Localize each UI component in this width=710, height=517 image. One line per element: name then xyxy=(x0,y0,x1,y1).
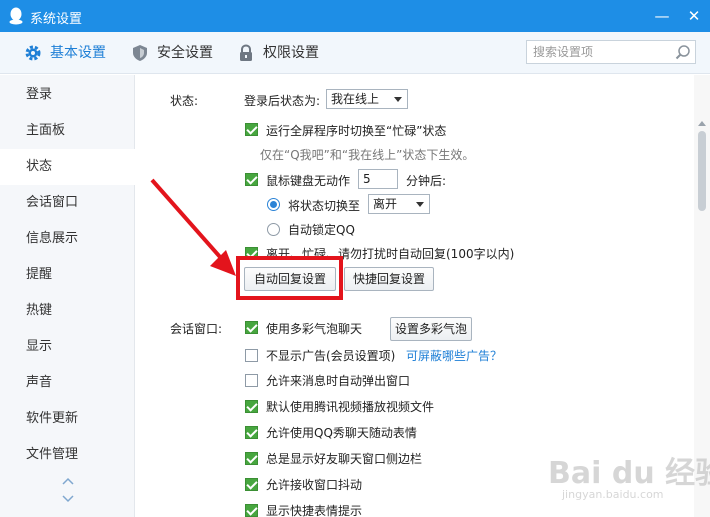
tab-basic-settings[interactable]: 基本设置 xyxy=(24,32,114,74)
select-value: 我在线上 xyxy=(331,92,380,106)
stepper-value: 5 xyxy=(363,172,371,186)
auto-popup-checkbox[interactable] xyxy=(245,374,258,387)
switch-status-select[interactable]: 离开 xyxy=(368,194,430,214)
chevron-down-icon[interactable] xyxy=(62,495,74,503)
qq-show-label: 允许使用QQ秀聊天随动表情 xyxy=(266,426,417,440)
minimize-button[interactable]: — xyxy=(652,6,672,26)
qq-penguin-icon xyxy=(9,7,23,25)
shield-icon xyxy=(133,45,147,61)
switch-status-label: 将状态切换至 xyxy=(288,199,361,213)
search-icon[interactable] xyxy=(675,44,691,60)
status-section-label: 状态: xyxy=(170,94,199,108)
tab-label: 安全设置 xyxy=(157,45,213,61)
annotation-arrow-icon xyxy=(150,178,236,276)
sidebar-item-login[interactable]: 登录 xyxy=(0,77,135,113)
sidebar-item-chat-window[interactable]: 会话窗口 xyxy=(0,185,135,221)
login-status-select[interactable]: 我在线上 xyxy=(326,89,408,109)
search-box xyxy=(526,40,696,64)
watermark-url: jingyan.baidu.com xyxy=(562,488,664,501)
sidebar: 登录 主面板 状态 会话窗口 信息展示 提醒 热键 显示 声音 软件更新 文件管… xyxy=(0,75,135,517)
dropdown-arrow-icon xyxy=(416,202,424,207)
tab-security-settings[interactable]: 安全设置 xyxy=(131,32,221,74)
gear-icon xyxy=(25,45,41,61)
switch-status-radio[interactable] xyxy=(267,198,280,211)
sidebar-item-sound[interactable]: 声音 xyxy=(0,365,135,401)
fullscreen-busy-checkbox[interactable] xyxy=(245,123,258,136)
title-bar: 系统设置 — ✕ xyxy=(0,0,710,32)
login-status-label: 登录后状态为: xyxy=(244,94,321,108)
qq-show-checkbox[interactable] xyxy=(245,426,258,439)
dropdown-arrow-icon xyxy=(394,97,402,102)
annotation-highlight-box xyxy=(236,256,343,300)
auto-lock-label: 自动锁定QQ xyxy=(288,223,355,237)
quick-reply-settings-button[interactable]: 快捷回复设置 xyxy=(344,267,434,291)
idle-suffix: 分钟后: xyxy=(406,174,447,188)
tab-label: 基本设置 xyxy=(50,45,106,61)
shake-checkbox[interactable] xyxy=(245,478,258,491)
fullscreen-busy-label: 运行全屏程序时切换至“忙碌”状态 xyxy=(266,124,447,138)
sidebar-item-info-display[interactable]: 信息展示 xyxy=(0,221,135,257)
sidebar-item-main-panel[interactable]: 主面板 xyxy=(0,113,135,149)
sidebar-item-software-update[interactable]: 软件更新 xyxy=(0,401,135,437)
tab-label: 权限设置 xyxy=(263,45,319,61)
sidebar-always-label: 总是显示好友聊天窗口侧边栏 xyxy=(266,452,423,466)
bubble-settings-button[interactable]: 设置多彩气泡 xyxy=(390,317,472,341)
close-button[interactable]: ✕ xyxy=(684,6,704,26)
window-title: 系统设置 xyxy=(30,12,83,27)
tab-permission-settings[interactable]: 权限设置 xyxy=(237,32,327,74)
select-value: 离开 xyxy=(373,197,398,211)
sidebar-item-status[interactable]: 状态 xyxy=(0,149,135,185)
sidebar-item-display[interactable]: 显示 xyxy=(0,329,135,365)
auto-popup-label: 允许来消息时自动弹出窗口 xyxy=(266,374,411,388)
tencent-video-checkbox[interactable] xyxy=(245,400,258,413)
chevron-up-icon[interactable] xyxy=(62,477,74,485)
auto-lock-radio[interactable] xyxy=(267,223,280,236)
watermark-logo: Bai du 经验 xyxy=(548,456,710,491)
sidebar-always-checkbox[interactable] xyxy=(245,452,258,465)
search-input[interactable] xyxy=(527,41,667,63)
bubble-label: 使用多彩气泡聊天 xyxy=(266,322,363,336)
shake-label: 允许接收窗口抖动 xyxy=(266,478,363,492)
sidebar-item-reminder[interactable]: 提醒 xyxy=(0,257,135,293)
fullscreen-note: 仅在“Q我吧”和“我在线上”状态下生效。 xyxy=(260,148,475,162)
sidebar-item-file-management[interactable]: 文件管理 xyxy=(0,437,135,473)
partial-checkbox[interactable] xyxy=(245,504,258,517)
baidu-watermark: Bai du 经验 jingyan.baidu.com xyxy=(548,448,710,512)
no-ads-label: 不显示广告(会员设置项) xyxy=(266,349,396,363)
idle-minutes-stepper[interactable]: 5 xyxy=(358,169,398,189)
bubble-checkbox[interactable] xyxy=(245,321,258,334)
lock-icon xyxy=(240,44,252,61)
partial-label: 显示快捷表情提示 xyxy=(266,504,363,517)
chat-section-label: 会话窗口: xyxy=(170,322,223,336)
no-ads-checkbox[interactable] xyxy=(245,349,258,362)
idle-label: 鼠标键盘无动作 xyxy=(266,174,351,188)
tencent-video-label: 默认使用腾讯视频播放视频文件 xyxy=(266,400,435,414)
which-ads-link[interactable]: 可屏蔽哪些广告？ xyxy=(406,347,502,364)
sidebar-item-hotkeys[interactable]: 热键 xyxy=(0,293,135,329)
scroll-thumb[interactable] xyxy=(698,131,706,211)
scroll-up-arrow-icon[interactable] xyxy=(698,121,706,126)
